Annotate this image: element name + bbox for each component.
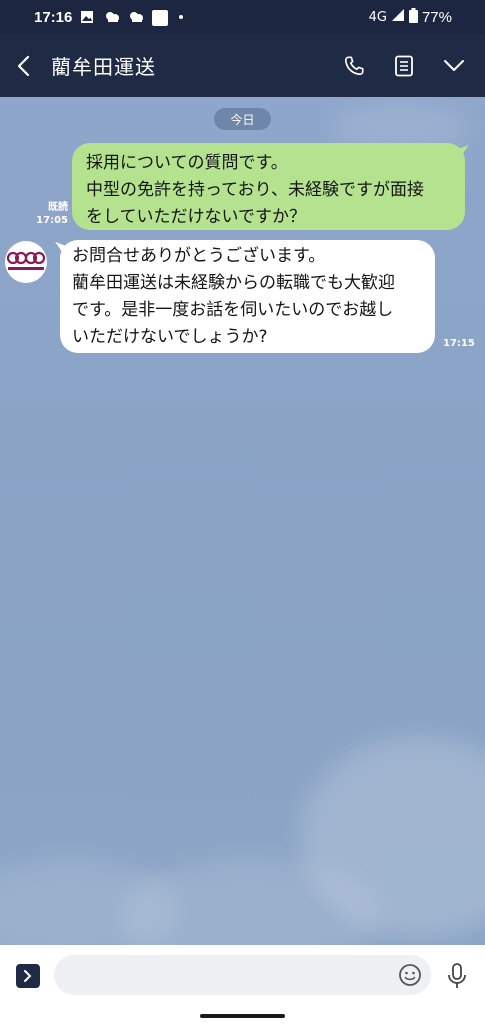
message-time: 17:05 xyxy=(36,215,68,226)
message-line: いただけないでしょうか? xyxy=(72,327,268,347)
expand-menu-button[interactable] xyxy=(16,964,40,988)
microphone-icon[interactable] xyxy=(446,962,468,990)
status-bar: 17:16 4G 77% xyxy=(0,0,485,34)
square-icon xyxy=(152,10,169,26)
chevron-right-icon xyxy=(24,970,32,982)
notes-icon[interactable] xyxy=(391,53,417,79)
emoji-icon[interactable] xyxy=(398,963,422,987)
status-time: 17:16 xyxy=(34,8,73,26)
read-receipt: 既読 17:05 xyxy=(28,201,68,227)
system-nav-bar xyxy=(0,1005,485,1024)
message-line: 中型の免許を持っており、未経験ですが面接 xyxy=(86,180,424,200)
battery-icon xyxy=(408,7,418,27)
signal-icon xyxy=(391,8,405,26)
chat-header: 藺牟田運送 xyxy=(0,34,485,97)
message-line: です。是非一度お話を伺いたいのでお越し xyxy=(72,300,394,320)
read-label: 既読 xyxy=(48,202,68,213)
message-time: 17:15 xyxy=(443,338,475,349)
dot-icon xyxy=(176,10,192,24)
battery-percent: 77% xyxy=(421,8,452,26)
message-line: お問合せありがとうございます。 xyxy=(72,246,326,266)
incoming-message-bubble[interactable]: お問合せありがとうございます。 藺牟田運送は未経験からの転職でも大歓迎 です。是… xyxy=(60,240,435,353)
cloud-icon xyxy=(104,10,120,24)
chat-area[interactable]: 今日 既読 17:05 採用についての質問です。 中型の免許を持っており、未経験… xyxy=(0,97,485,945)
back-arrow-icon[interactable] xyxy=(13,55,33,76)
avatar[interactable] xyxy=(5,241,47,283)
message-line: をしていただけないですか？ xyxy=(86,207,306,227)
message-line: 採用についての質問です。 xyxy=(86,153,288,173)
network-label: 4G xyxy=(368,9,387,25)
cloud-icon xyxy=(128,10,144,24)
message-input-bar xyxy=(0,945,485,1005)
image-icon xyxy=(80,10,96,24)
date-separator: 今日 xyxy=(214,108,271,130)
company-logo-icon xyxy=(6,251,46,270)
message-input[interactable] xyxy=(54,955,431,995)
chat-title: 藺牟田運送 xyxy=(51,55,156,79)
message-line: 藺牟田運送は未経験からの転職でも大歓迎 xyxy=(72,273,395,293)
chevron-down-icon[interactable] xyxy=(441,53,467,79)
outgoing-message-bubble[interactable]: 採用についての質問です。 中型の免許を持っており、未経験ですが面接 をしていただ… xyxy=(72,143,465,230)
home-gesture-handle[interactable] xyxy=(200,1014,285,1018)
phone-icon[interactable] xyxy=(341,53,367,79)
